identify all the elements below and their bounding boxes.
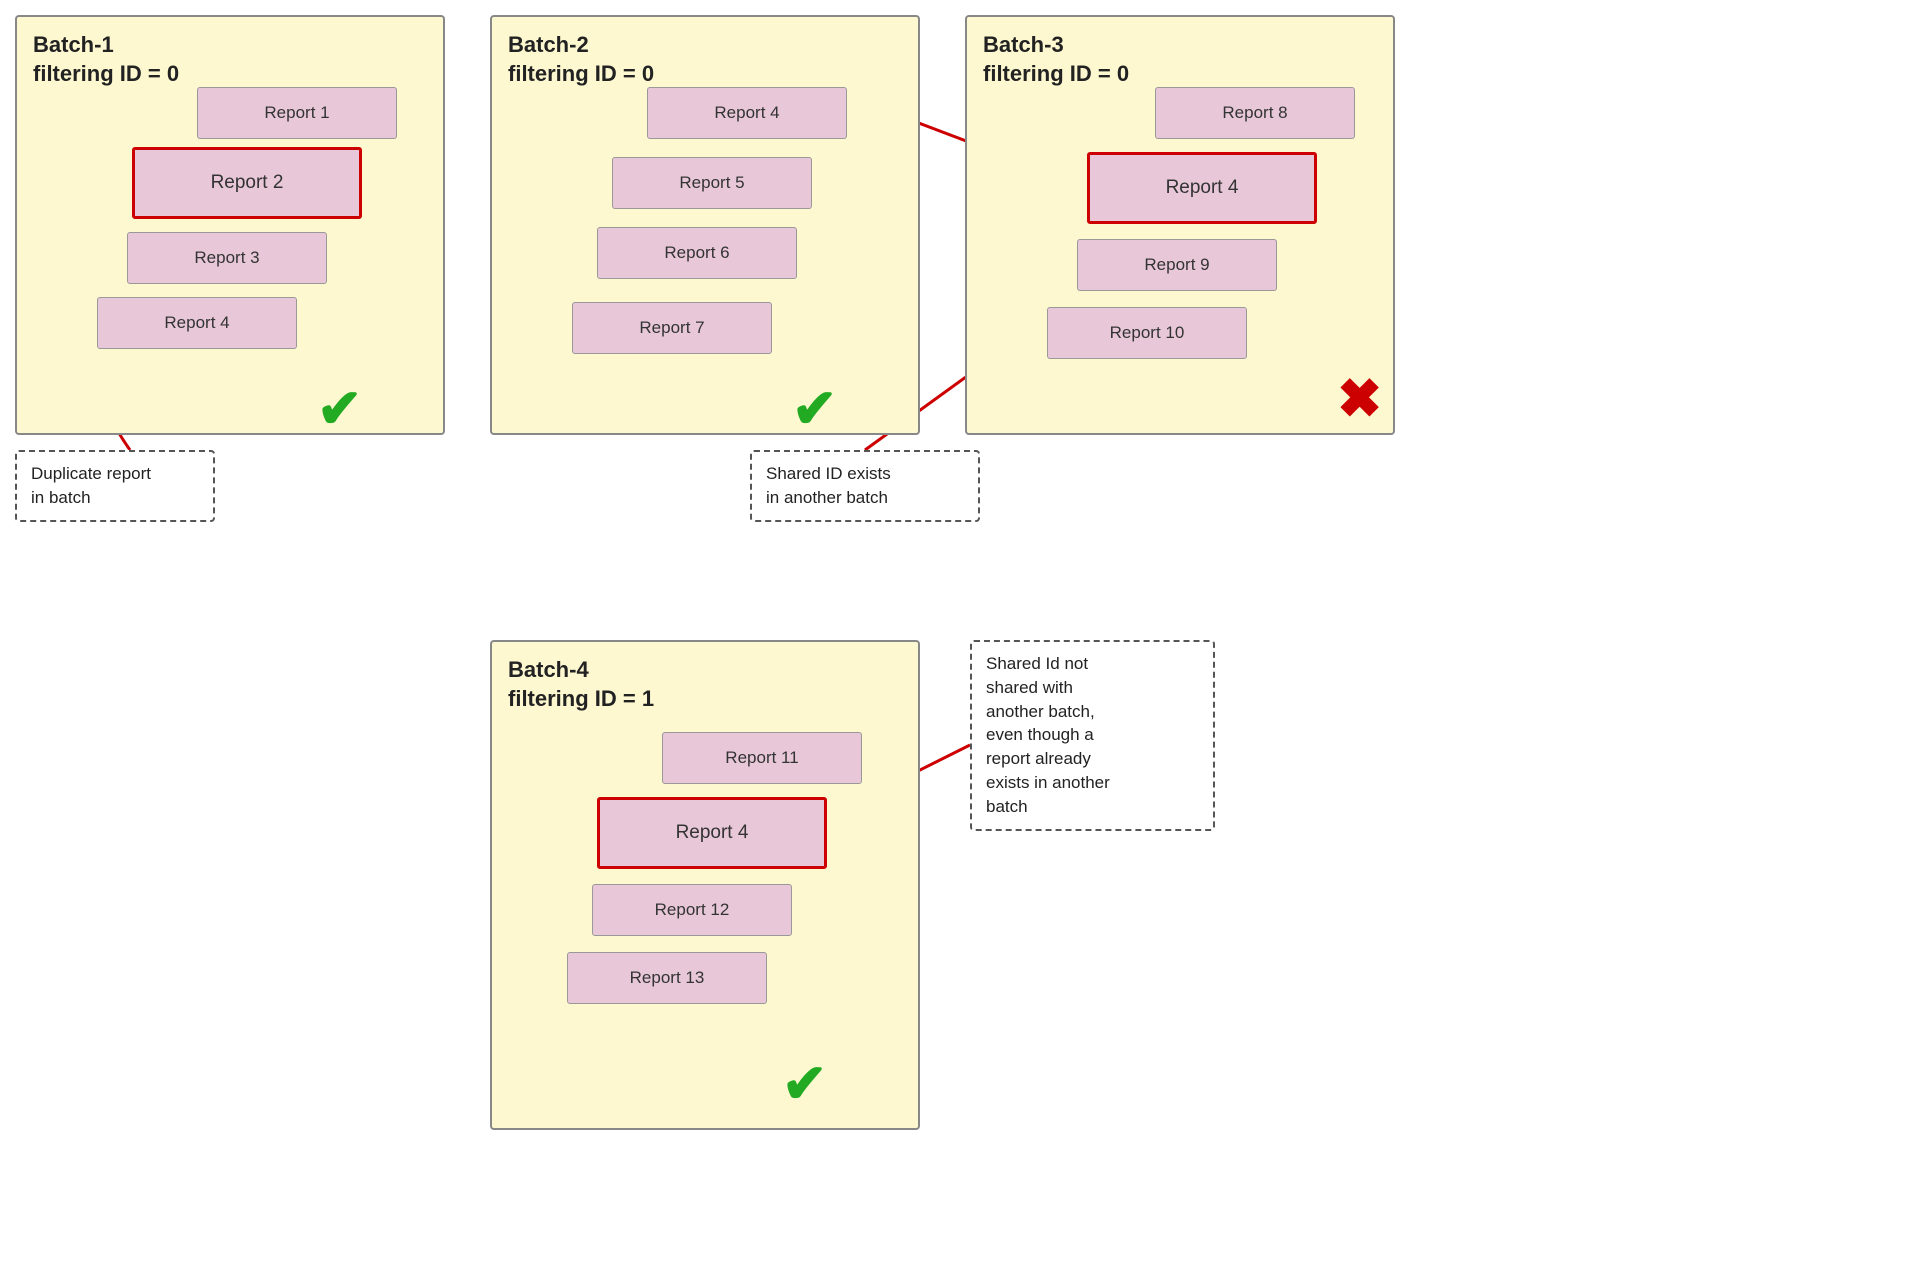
report-card-batch4-2: Report 12: [592, 884, 792, 936]
batch-title-batch2: Batch-2filtering ID = 0: [508, 31, 918, 88]
report-card-batch3-0: Report 8: [1155, 87, 1355, 139]
report-card-batch3-2: Report 9: [1077, 239, 1277, 291]
annotation-annot3: Shared Id not shared with another batch,…: [970, 640, 1215, 831]
batch-box-batch4: Batch-4filtering ID = 1 Report 11 Report 4…: [490, 640, 920, 1130]
report-card-batch3-1: Report 4: [1087, 152, 1317, 224]
checkmark-batch2: ✔: [792, 382, 837, 436]
xmark-batch3: ✖: [1337, 372, 1382, 426]
batch-box-batch3: Batch-3filtering ID = 0Report 8 Report 4 R…: [965, 15, 1395, 435]
report-card-batch1-1: Report 2: [132, 147, 362, 219]
diagram-container: Batch-1filtering ID = 0Report 1 Report 2 R…: [0, 0, 1921, 1270]
batch-box-batch1: Batch-1filtering ID = 0Report 1 Report 2 R…: [15, 15, 445, 435]
report-card-batch3-3: Report 10: [1047, 307, 1247, 359]
report-card-batch2-3: Report 7: [572, 302, 772, 354]
annotation-annot2: Shared ID exists in another batch: [750, 450, 980, 522]
report-card-batch2-0: Report 4: [647, 87, 847, 139]
report-card-batch1-3: Report 4: [97, 297, 297, 349]
report-card-batch4-3: Report 13: [567, 952, 767, 1004]
batch-title-batch3: Batch-3filtering ID = 0: [983, 31, 1393, 88]
batch-title-batch4: Batch-4filtering ID = 1: [508, 656, 918, 713]
report-card-batch4-1: Report 4: [597, 797, 827, 869]
report-card-batch1-0: Report 1: [197, 87, 397, 139]
report-card-batch2-1: Report 5: [612, 157, 812, 209]
checkmark-batch1: ✔: [317, 382, 362, 436]
report-card-batch2-2: Report 6: [597, 227, 797, 279]
report-card-batch1-2: Report 3: [127, 232, 327, 284]
report-card-batch4-0: Report 11: [662, 732, 862, 784]
checkmark-batch4: ✔: [782, 1057, 827, 1111]
annotation-annot1: Duplicate report in batch: [15, 450, 215, 522]
batch-title-batch1: Batch-1filtering ID = 0: [33, 31, 443, 88]
batch-box-batch2: Batch-2filtering ID = 0Report 4 Report 5 R…: [490, 15, 920, 435]
